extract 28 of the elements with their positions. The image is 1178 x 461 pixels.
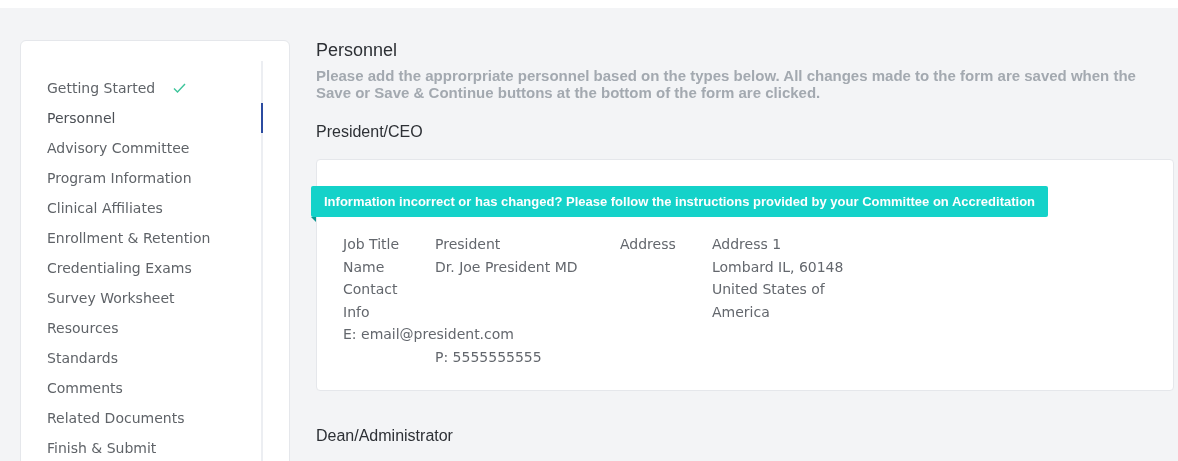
banner-fold: [311, 217, 316, 222]
section-heading: President/CEO: [316, 123, 424, 141]
address-value: Address 1 Lombard IL, 60148 United States of America: [712, 235, 845, 322]
page-title: Personnel: [316, 40, 399, 61]
email-value: E: email@president.com: [343, 325, 515, 344]
info-banner: Information incorrect or has changed? Please follow the instructions provided by your Committee on Accreditation: [311, 186, 1048, 217]
field-label: Name: [343, 257, 386, 277]
field-label: Job Title: [343, 235, 401, 254]
nav-item[interactable]: Finish & Submit: [47, 433, 263, 461]
nav-item[interactable]: Personnel: [47, 103, 263, 133]
nav-item[interactable]: Getting Started: [47, 73, 263, 103]
nav-item[interactable]: Advisory Committee: [47, 133, 263, 163]
field-label: Address: [620, 235, 677, 254]
nav-item[interactable]: Comments: [47, 373, 263, 403]
field-value: President: [435, 235, 502, 254]
section-heading: Dean/Administrator: [316, 427, 454, 445]
nav-item[interactable]: Credentialing Exams: [47, 253, 263, 283]
field-label: Contact Info: [343, 280, 399, 322]
page-description: Please add the approrpriate personnel based on the types below. All changes made to the form are saved when the Save or Save & Continue buttons at the bottom of the form are clicked.: [316, 67, 1137, 101]
nav-item[interactable]: Clinical Affiliates: [47, 193, 263, 223]
nav-item[interactable]: Survey Worksheet: [47, 283, 263, 313]
nav-item[interactable]: Program Information: [47, 163, 263, 193]
nav-item[interactable]: Resources: [47, 313, 263, 343]
phone-value: P: 5555555555: [435, 347, 543, 367]
nav-item[interactable]: Related Documents: [47, 403, 263, 433]
nav-item[interactable]: Enrollment & Retention: [47, 223, 263, 253]
field-value: Dr. Joe President MD: [435, 257, 579, 277]
nav-item[interactable]: Standards: [47, 343, 263, 373]
